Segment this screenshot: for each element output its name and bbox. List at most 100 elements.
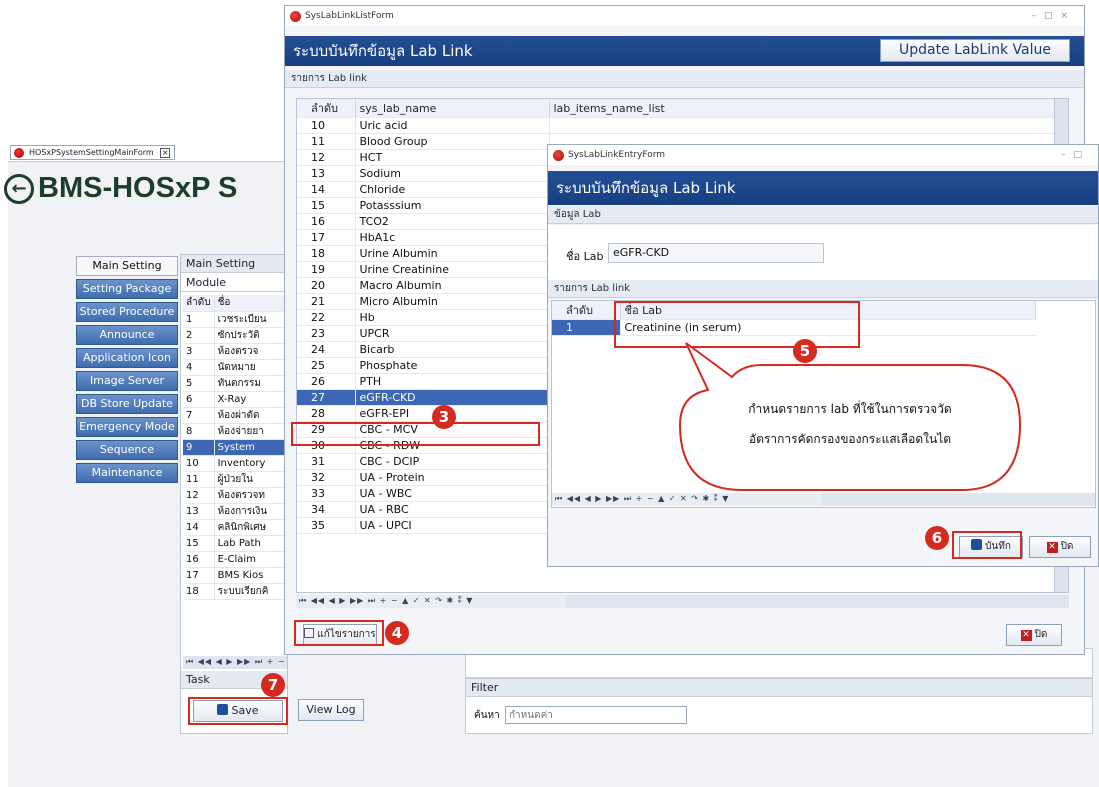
module-number: 1 [183, 311, 215, 328]
search-label: ค้นหา [474, 710, 500, 721]
grid-navigator[interactable]: ⏮ ◀◀ ◀ ▶ ▶▶ ⏭ + − ▲ ✓ ✕ ↷ ✱ ⁑ ▼ [296, 595, 566, 608]
lab-link-row[interactable]: 10 Uric acid [297, 117, 1067, 134]
row-number: 33 [297, 485, 356, 502]
close-tab-icon[interactable]: × [160, 148, 171, 158]
app-brand-title: BMS-HOSxP S [38, 172, 238, 204]
highlight-main-save [188, 697, 288, 725]
module-row[interactable]: 10 Inventory [183, 455, 287, 472]
nav-item[interactable]: Image Server [76, 371, 178, 391]
module-name: X-Ray [214, 391, 287, 408]
row-number: 23 [297, 325, 356, 342]
search-input[interactable] [505, 706, 687, 724]
module-row[interactable]: 1 เวชระเบียน [183, 311, 287, 328]
column-header[interactable]: lab_items_name_list [549, 99, 1067, 118]
module-name: ทันตกรรม [214, 375, 287, 392]
nav-item[interactable]: Sequence [76, 440, 178, 460]
row-number: 27 [297, 389, 356, 406]
module-number: 11 [183, 471, 215, 488]
horizontal-scrollbar[interactable] [566, 595, 1069, 608]
module-number: 8 [183, 423, 215, 440]
highlight-egfr-row [291, 422, 540, 446]
module-row[interactable]: 4 นัดหมาย [183, 359, 287, 376]
module-row[interactable]: 14 คลินิกพิเศษ [183, 519, 287, 536]
nav-item[interactable]: Setting Package [76, 279, 178, 299]
column-header[interactable]: sys_lab_name [355, 99, 550, 118]
module-row[interactable]: 18 ระบบเรียกคิ [183, 583, 287, 600]
module-grid: ลำดับ ชื่อ 1 เวชระเบียน 2 ซักประวัติ 3 ห้องตรว… [183, 295, 287, 600]
sys-lab-name: Micro Albumin [355, 293, 550, 310]
nav-item[interactable]: Stored Procedure [76, 302, 178, 322]
module-number: 16 [183, 551, 215, 568]
window-controls[interactable]: –□ [1061, 145, 1090, 165]
tab-main-settings[interactable]: HOSxPSystemSettingMainForm × [10, 145, 176, 160]
grid-navigator[interactable]: ⏮ ◀◀ ◀ ▶ ▶▶ ⏭ + − ▲ ✓ ✕ [183, 656, 287, 669]
module-row[interactable]: 6 X-Ray [183, 391, 287, 408]
sys-lab-name: UA - WBC [355, 485, 550, 502]
module-row[interactable]: 3 ห้องตรวจ [183, 343, 287, 360]
module-row[interactable]: 2 ซักประวัติ [183, 327, 287, 344]
module-name: คลินิกพิเศษ [214, 519, 287, 536]
module-row[interactable]: 12 ห้องตรวจท [183, 487, 287, 504]
tab-label: HOSxPSystemSettingMainForm [29, 148, 154, 157]
row-number: 13 [297, 165, 356, 182]
sys-lab-name: Urine Creatinine [355, 261, 550, 278]
sys-lab-name: Phosphate [355, 357, 550, 374]
hosxp-logo-icon [553, 150, 564, 161]
lab-items-name-list [549, 117, 1067, 134]
row-number: 17 [297, 229, 356, 246]
view-log-button[interactable]: View Log [298, 699, 364, 721]
lab-name-field[interactable]: eGFR-CKD [608, 243, 824, 263]
window-title: SysLabLinkEntryForm [568, 150, 666, 160]
module-row[interactable]: 11 ผู้ป่วยใน [183, 471, 287, 488]
hosxp-logo-icon [14, 148, 24, 158]
update-lablink-button[interactable]: Update LabLink Value [880, 39, 1070, 62]
step-badge-4: 4 [385, 621, 409, 645]
module-row[interactable]: 13 ห้องการเงิน [183, 503, 287, 520]
close-list-button[interactable]: ✕ ปิด [1006, 624, 1062, 646]
nav-item[interactable]: DB Store Update [76, 394, 178, 414]
column-header[interactable]: ชื่อ [214, 295, 287, 312]
module-row[interactable]: 15 Lab Path [183, 535, 287, 552]
nav-item[interactable]: Maintenance [76, 463, 178, 483]
hosxp-logo-icon [290, 11, 301, 22]
module-number: 9 [183, 439, 215, 456]
module-row[interactable]: 16 E-Claim [183, 551, 287, 568]
module-row[interactable]: 9 System [183, 439, 287, 456]
module-name: ห้องการเงิน [214, 503, 287, 520]
sys-lab-name: Blood Group [355, 133, 550, 150]
back-arrow-icon[interactable]: ← [4, 174, 34, 204]
window-controls[interactable]: –□× [1031, 6, 1076, 26]
column-header[interactable]: ลำดับ [297, 99, 356, 118]
module-number: 6 [183, 391, 215, 408]
module-number: 7 [183, 407, 215, 424]
row-number: 32 [297, 469, 356, 486]
row-number: 10 [297, 117, 356, 134]
module-number: 18 [183, 583, 215, 600]
module-name: System [214, 439, 287, 456]
module-row[interactable]: 8 ห้องจ่ายยา [183, 423, 287, 440]
sys-lab-name: Hb [355, 309, 550, 326]
module-row[interactable]: 7 ห้องผ่าตัด [183, 407, 287, 424]
module-row[interactable]: 17 BMS Kios [183, 567, 287, 584]
close-entry-button[interactable]: ✕ ปิด [1029, 536, 1091, 558]
nav-item[interactable]: Main Setting [76, 256, 178, 276]
lab-link-section: รายการ Lab link [548, 280, 1098, 298]
lab-name-label: ชื่อ Lab [566, 250, 604, 263]
module-number: 3 [183, 343, 215, 360]
module-row[interactable]: 5 ทันตกรรม [183, 375, 287, 392]
panel-title: Main Setting [181, 255, 287, 273]
column-header[interactable]: ลำดับ [183, 295, 215, 312]
sys-lab-name: PTH [355, 373, 550, 390]
module-name: ห้องตรวจ [214, 343, 287, 360]
row-number: 24 [297, 341, 356, 358]
nav-item[interactable]: Emergency Mode [76, 417, 178, 437]
column-header[interactable]: ลำดับ [552, 301, 621, 320]
row-number: 11 [297, 133, 356, 150]
sys-lab-name: CBC - DCIP [355, 453, 550, 470]
nav-item[interactable]: Announce [76, 325, 178, 345]
module-name: ผู้ป่วยใน [214, 471, 287, 488]
sys-lab-name: UA - RBC [355, 501, 550, 518]
nav-item[interactable]: Application Icon [76, 348, 178, 368]
row-number: 14 [297, 181, 356, 198]
entry-header: ระบบบันทึกข้อมูล Lab Link [548, 171, 1098, 205]
